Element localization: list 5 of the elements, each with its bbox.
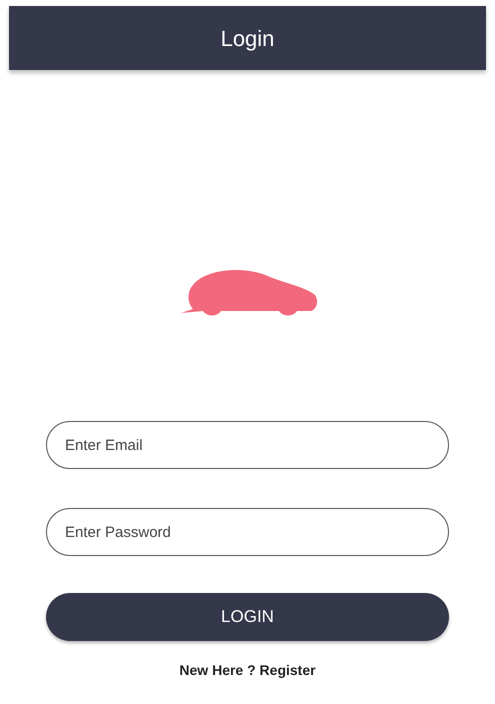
password-field[interactable]: Enter Password	[46, 508, 449, 556]
header-title: Login	[220, 24, 274, 53]
email-field[interactable]: Enter Email	[46, 421, 449, 469]
register-link[interactable]: New Here ? Register	[179, 660, 316, 681]
login-button[interactable]: LOGIN	[46, 593, 449, 641]
